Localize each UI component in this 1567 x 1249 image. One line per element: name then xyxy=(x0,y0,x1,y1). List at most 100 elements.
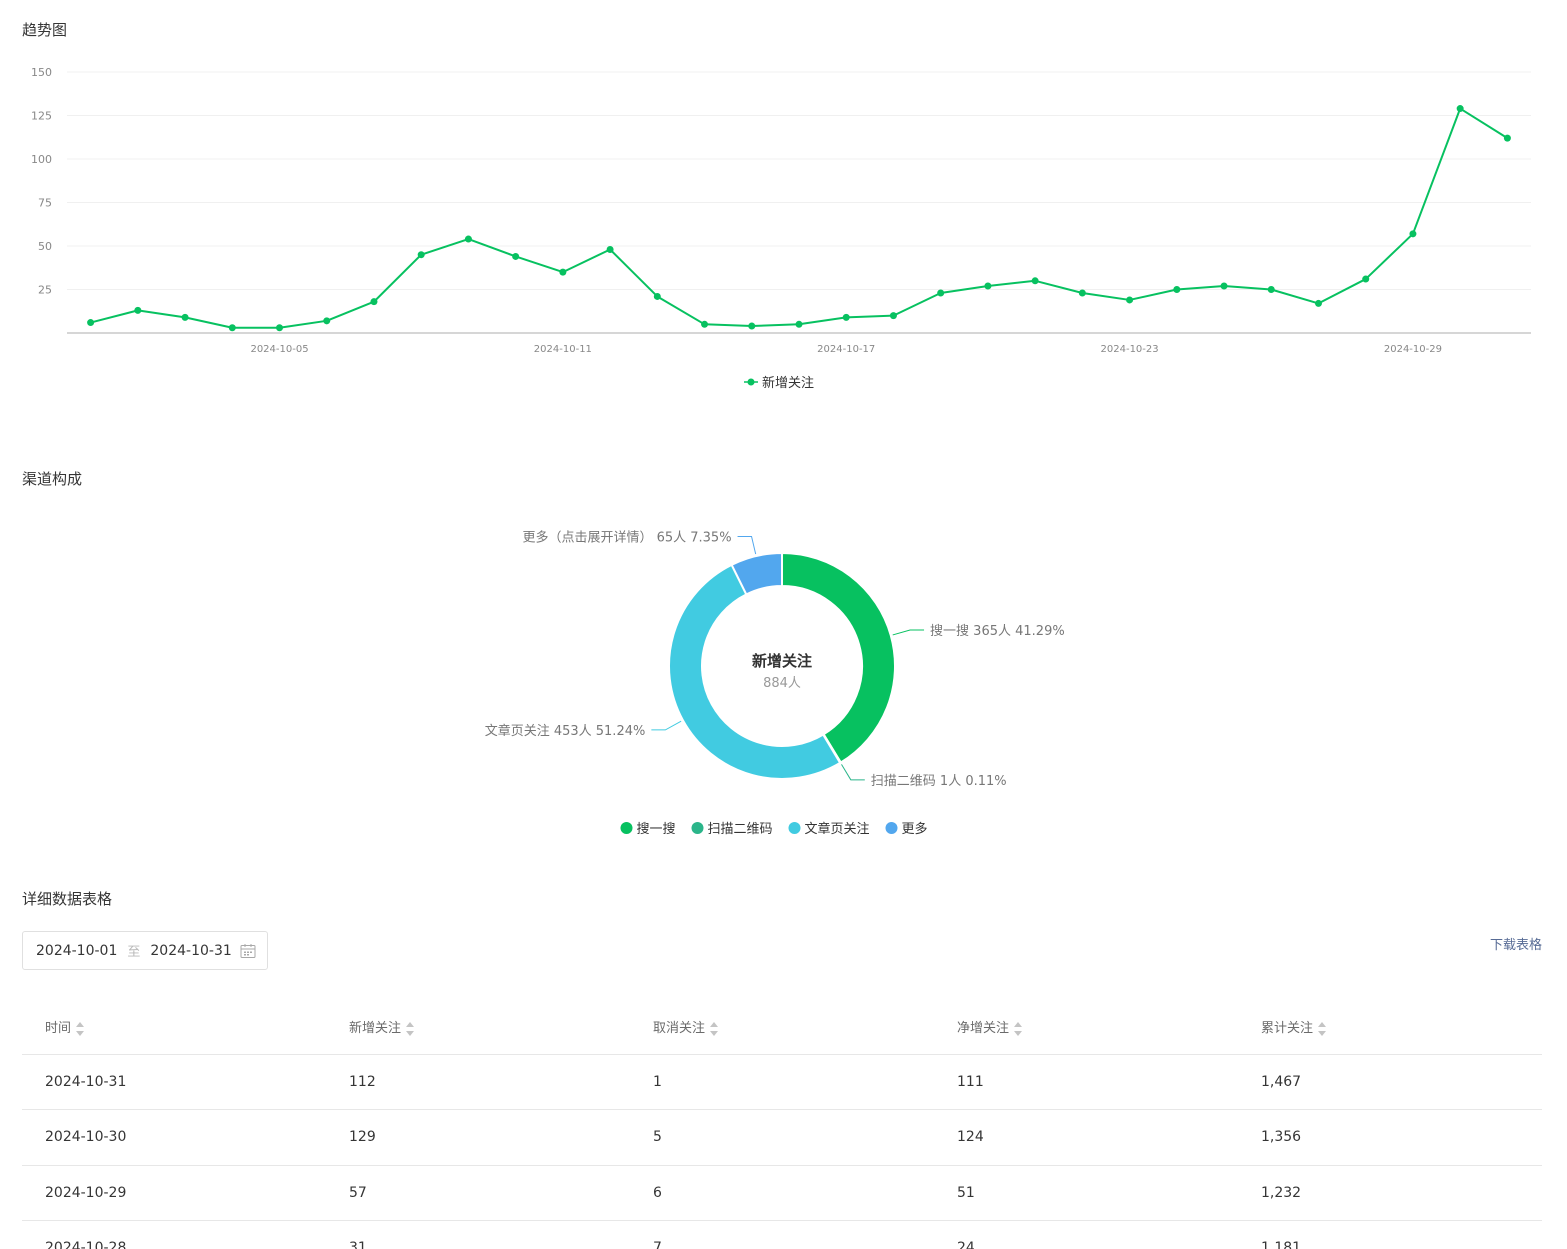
cell-net-follow: 51 xyxy=(934,1165,1238,1221)
calendar-icon[interactable] xyxy=(239,942,257,960)
data-point xyxy=(512,252,520,260)
sort-icon[interactable] xyxy=(75,1021,85,1037)
download-table-link[interactable]: 下载表格 xyxy=(1490,934,1542,953)
x-tick-label: 2024-10-29 xyxy=(1384,344,1442,355)
data-point xyxy=(606,245,614,253)
data-point xyxy=(323,317,331,325)
cell-net-follow: 24 xyxy=(934,1220,1238,1249)
pie-label: 更多（点击展开详情） 65人 7.35% xyxy=(522,530,731,546)
trend-section-title: 趋势图 xyxy=(22,21,68,39)
cell-total-follow: 1,232 xyxy=(1238,1165,1542,1221)
detail-data-table: 时间 新增关注 取消关注 净增关注 累计关注 2024-10-31 112 1 … xyxy=(22,1000,1542,1249)
y-tick-label: 50 xyxy=(38,240,52,253)
series-line xyxy=(90,107,1508,329)
data-point xyxy=(937,289,945,297)
pie-label-line xyxy=(841,764,865,781)
column-header-new-follow[interactable]: 新增关注 xyxy=(326,1000,630,1055)
legend-label: 新增关注 xyxy=(762,375,814,391)
data-point xyxy=(417,251,425,259)
sort-icon[interactable] xyxy=(1013,1021,1023,1037)
legend-marker xyxy=(788,822,801,834)
cell-time: 2024-10-30 xyxy=(22,1109,326,1166)
legend-marker xyxy=(747,378,755,386)
legend-label: 扫描二维码 xyxy=(708,822,773,837)
pie-label: 文章页关注 453人 51.24% xyxy=(485,723,646,739)
date-range-separator: 至 xyxy=(127,945,141,960)
column-header-total-follow[interactable]: 累计关注 xyxy=(1238,1000,1542,1055)
sort-icon[interactable] xyxy=(405,1021,415,1037)
x-tick-label: 2024-10-23 xyxy=(1101,344,1159,355)
pie-label: 扫描二维码 1人 0.11% xyxy=(871,774,1007,789)
data-point xyxy=(984,282,992,290)
data-point xyxy=(795,320,803,328)
data-point xyxy=(1267,286,1275,293)
data-point xyxy=(87,319,95,327)
detail-section-title: 详细数据表格 xyxy=(22,890,113,908)
data-point xyxy=(559,268,567,276)
date-range-end[interactable]: 2024-10-31 xyxy=(150,943,231,959)
column-header-time[interactable]: 时间 xyxy=(22,1000,326,1055)
data-point xyxy=(464,235,472,243)
cell-new-follow: 31 xyxy=(326,1220,630,1249)
donut-center-value: 884人 xyxy=(763,676,801,691)
data-point xyxy=(181,313,189,321)
data-point xyxy=(701,320,709,328)
pie-label-line xyxy=(892,629,925,636)
data-point xyxy=(1362,275,1370,283)
cell-new-follow: 57 xyxy=(326,1165,630,1221)
pie-label-line xyxy=(651,720,682,731)
y-tick-label: 25 xyxy=(38,284,52,297)
date-range-start[interactable]: 2024-10-01 xyxy=(36,943,117,959)
pie-label: 搜一搜 365人 41.29% xyxy=(930,624,1065,639)
data-point xyxy=(1314,299,1322,307)
data-point xyxy=(228,324,236,332)
donut-center-title: 新增关注 xyxy=(752,652,812,670)
legend-label: 文章页关注 xyxy=(805,821,870,837)
data-point xyxy=(889,312,897,320)
cell-net-follow: 111 xyxy=(934,1054,1238,1110)
y-tick-label: 75 xyxy=(38,197,52,210)
data-point xyxy=(1503,134,1511,142)
data-point xyxy=(276,324,284,332)
cell-net-follow: 124 xyxy=(934,1109,1238,1166)
cell-total-follow: 1,356 xyxy=(1238,1109,1542,1166)
data-point xyxy=(1078,289,1086,297)
legend-marker xyxy=(691,822,704,834)
channel-section-title: 渠道构成 xyxy=(22,470,83,488)
pie-label-line xyxy=(737,536,757,555)
data-point xyxy=(1173,286,1181,293)
data-point xyxy=(134,306,142,314)
legend-marker xyxy=(885,822,898,834)
cell-time: 2024-10-29 xyxy=(22,1165,326,1221)
channel-donut-chart: 搜一搜 365人 41.29% 扫描二维码 1人 0.11% 文章页关注 453人 … xyxy=(485,530,1065,837)
column-header-unfollow[interactable]: 取消关注 xyxy=(630,1000,934,1055)
column-header-net-follow[interactable]: 净增关注 xyxy=(934,1000,1238,1055)
cell-time: 2024-10-31 xyxy=(22,1054,326,1110)
y-tick-label: 125 xyxy=(31,110,52,123)
data-point xyxy=(370,298,378,306)
table-row: 2024-10-28 31 7 24 1,181 xyxy=(22,1220,1542,1249)
cell-total-follow: 1,181 xyxy=(1238,1220,1542,1249)
x-tick-label: 2024-10-17 xyxy=(817,344,875,355)
sort-icon[interactable] xyxy=(1317,1021,1327,1037)
data-point xyxy=(748,322,756,330)
pie-slice xyxy=(668,563,842,781)
cell-new-follow: 129 xyxy=(326,1109,630,1166)
legend-label: 搜一搜 xyxy=(637,822,676,837)
table-row: 2024-10-29 57 6 51 1,232 xyxy=(22,1165,1542,1221)
cell-new-follow: 112 xyxy=(326,1054,630,1110)
y-tick-label: 150 xyxy=(31,66,52,79)
cell-time: 2024-10-28 xyxy=(22,1220,326,1249)
legend-marker xyxy=(620,822,633,834)
x-tick-label: 2024-10-05 xyxy=(250,344,308,355)
cell-unfollow: 5 xyxy=(630,1109,934,1166)
data-point xyxy=(1409,230,1417,238)
data-point xyxy=(1456,105,1464,113)
sort-icon[interactable] xyxy=(709,1021,719,1037)
cell-unfollow: 6 xyxy=(630,1165,934,1221)
date-range-picker[interactable]: 2024-10-01 至 2024-10-31 xyxy=(22,931,268,970)
table-row: 2024-10-31 112 1 111 1,467 xyxy=(22,1054,1542,1110)
legend-label: 更多 xyxy=(902,821,928,837)
data-point xyxy=(1220,282,1228,290)
data-point xyxy=(1126,296,1134,304)
